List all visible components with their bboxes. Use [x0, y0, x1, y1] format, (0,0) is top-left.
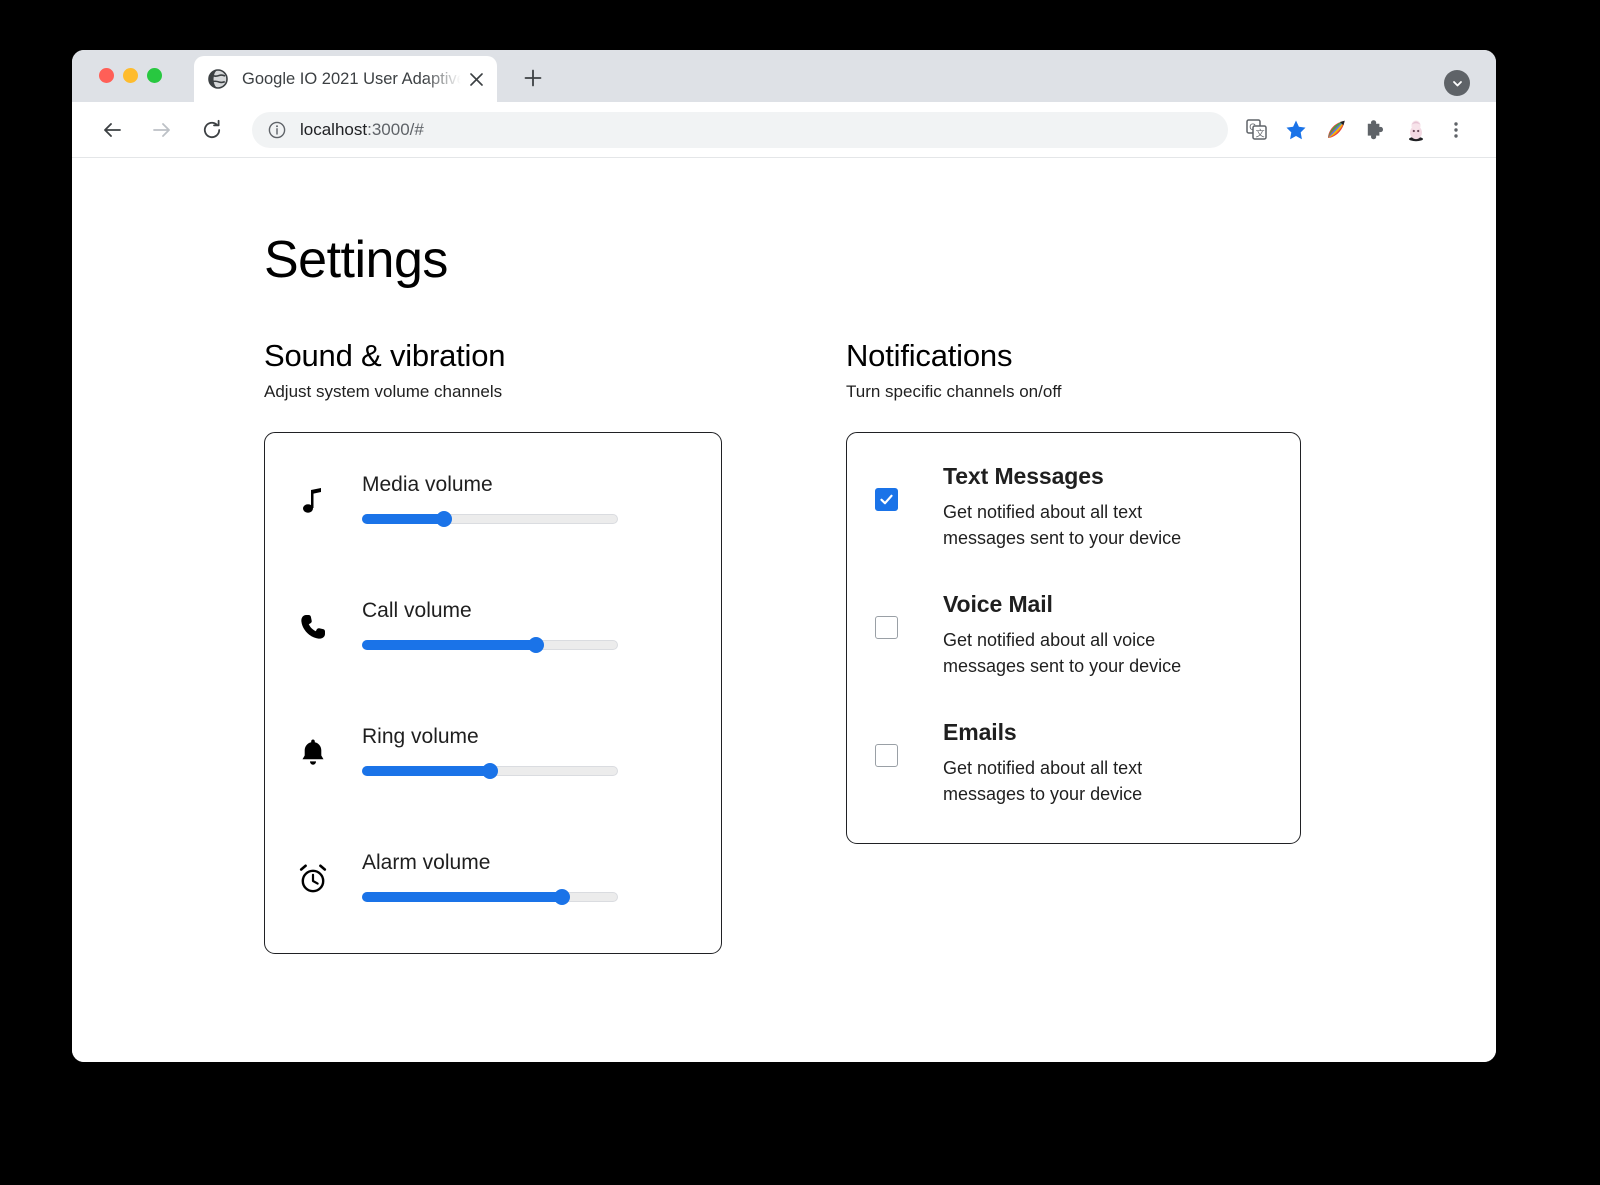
page-content: Settings Sound & vibration Adjust system… [72, 158, 1496, 1062]
notification-title: Voice Mail [943, 591, 1266, 618]
checkbox-voice-mail[interactable] [875, 616, 898, 639]
slider-fill [362, 892, 562, 902]
notifications-section-heading: Notifications [846, 338, 1304, 374]
slider-alarm[interactable] [362, 889, 618, 905]
sound-section-heading: Sound & vibration [264, 338, 722, 374]
checkbox-wrap [875, 719, 915, 791]
profile-avatar-icon[interactable] [1396, 110, 1436, 150]
arrow-left-icon[interactable] [94, 112, 130, 148]
slider-ring[interactable] [362, 763, 618, 779]
slider-media[interactable] [362, 511, 618, 527]
notification-body: Text Messages Get notified about all tex… [943, 463, 1266, 551]
slider-label-media: Media volume [362, 473, 721, 497]
slider-thumb[interactable] [554, 889, 570, 905]
slider-row-call: Call volume [265, 589, 721, 715]
window-close-button[interactable] [99, 68, 114, 83]
url-path: :3000/# [367, 120, 424, 139]
notifications-section-subheading: Turn specific channels on/off [846, 382, 1304, 402]
puzzle-extensions-icon[interactable] [1356, 110, 1396, 150]
info-circle-icon[interactable] [268, 121, 286, 139]
page-title: Settings [264, 230, 448, 290]
notification-description: Get notified about all text messages sen… [943, 500, 1213, 551]
slider-label-call: Call volume [362, 599, 721, 623]
address-bar-url: localhost:3000/# [300, 120, 424, 140]
slider-thumb[interactable] [482, 763, 498, 779]
window-minimize-button[interactable] [123, 68, 138, 83]
svg-text:文: 文 [1255, 128, 1264, 139]
notification-body: Emails Get notified about all text messa… [943, 719, 1266, 807]
tab-title: Google IO 2021 User Adaptive [242, 70, 465, 89]
notification-description: Get notified about all text messages to … [943, 756, 1213, 807]
new-tab-button[interactable] [517, 62, 549, 94]
slider-body-ring: Ring volume [362, 715, 721, 779]
arrow-right-icon[interactable] [144, 112, 180, 148]
chevron-down-icon[interactable] [1444, 70, 1470, 96]
bell-ring-icon [289, 715, 337, 791]
notifications-section: Notifications Turn specific channels on/… [846, 338, 1304, 954]
checkbox-wrap [875, 591, 915, 663]
slider-body-alarm: Alarm volume [362, 841, 721, 905]
slider-thumb[interactable] [436, 511, 452, 527]
slider-fill [362, 514, 444, 524]
notification-body: Voice Mail Get notified about all voice … [943, 591, 1266, 679]
check-icon [879, 492, 894, 507]
notification-channels-card: Text Messages Get notified about all tex… [846, 432, 1301, 844]
slider-body-media: Media volume [362, 463, 721, 527]
slider-row-media: Media volume [265, 463, 721, 589]
settings-columns: Sound & vibration Adjust system volume c… [264, 338, 1464, 954]
phone-call-icon [289, 589, 337, 665]
slider-body-call: Call volume [362, 589, 721, 653]
browser-toolbar: localhost:3000/# G 文 [72, 102, 1496, 158]
notification-item-voice-mail[interactable]: Voice Mail Get notified about all voice … [875, 591, 1266, 679]
kebab-menu-icon[interactable] [1436, 110, 1476, 150]
slider-call[interactable] [362, 637, 618, 653]
translate-icon[interactable]: G 文 [1236, 110, 1276, 150]
checkbox-emails[interactable] [875, 744, 898, 767]
notification-title: Emails [943, 719, 1266, 746]
notification-item-emails[interactable]: Emails Get notified about all text messa… [875, 719, 1266, 807]
slider-fill [362, 640, 536, 650]
bookmark-star-icon[interactable] [1276, 110, 1316, 150]
volume-sliders-card: Media volume [264, 432, 722, 954]
rocket-extension-icon[interactable] [1316, 110, 1356, 150]
notification-item-text-messages[interactable]: Text Messages Get notified about all tex… [875, 463, 1266, 551]
slider-row-ring: Ring volume [265, 715, 721, 841]
tab-close-icon[interactable] [465, 68, 487, 90]
sound-vibration-section: Sound & vibration Adjust system volume c… [264, 338, 722, 954]
toolbar-actions: G 文 [1236, 110, 1476, 150]
slider-label-ring: Ring volume [362, 725, 721, 749]
window-traffic-lights [99, 68, 162, 83]
address-bar[interactable]: localhost:3000/# [252, 112, 1228, 148]
notification-description: Get notified about all voice messages se… [943, 628, 1213, 679]
slider-label-alarm: Alarm volume [362, 851, 721, 875]
checkbox-text-messages[interactable] [875, 488, 898, 511]
music-note-icon [289, 463, 337, 539]
reload-icon[interactable] [194, 112, 230, 148]
alarm-clock-icon [289, 841, 337, 917]
slider-row-alarm: Alarm volume [265, 841, 721, 917]
slider-thumb[interactable] [528, 637, 544, 653]
sound-section-subheading: Adjust system volume channels [264, 382, 722, 402]
browser-window: Google IO 2021 User Adaptive [72, 50, 1496, 1062]
checkbox-wrap [875, 463, 915, 535]
slider-fill [362, 766, 490, 776]
browser-tab[interactable]: Google IO 2021 User Adaptive [194, 56, 497, 102]
url-host: localhost [300, 120, 367, 139]
globe-icon [208, 69, 228, 89]
tab-strip: Google IO 2021 User Adaptive [72, 50, 1496, 102]
notification-title: Text Messages [943, 463, 1266, 490]
window-maximize-button[interactable] [147, 68, 162, 83]
